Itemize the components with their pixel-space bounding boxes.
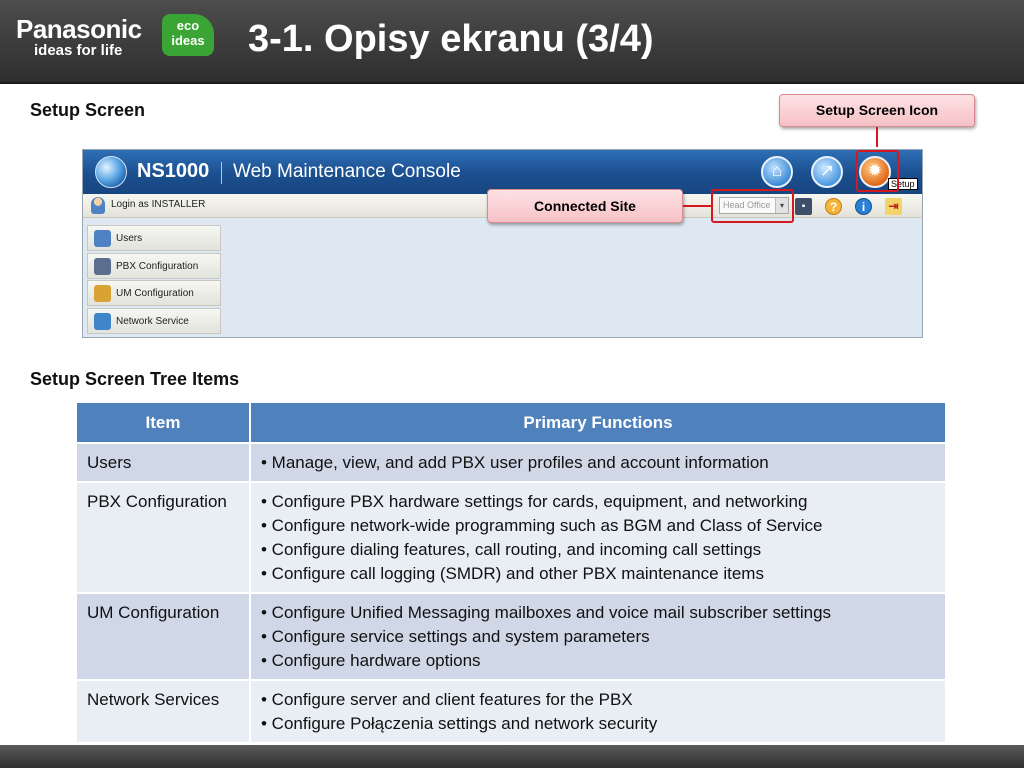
function-line: • Manage, view, and add PBX user profile… <box>261 453 769 472</box>
network-service-icon <box>94 312 111 330</box>
functions-cell: • Manage, view, and add PBX user profile… <box>250 442 947 482</box>
slide-header: Panasonic ideas for life eco ideas 3-1. … <box>0 0 1024 84</box>
console-product-name: NS1000 <box>137 160 210 182</box>
callout-connector <box>876 127 878 147</box>
info-icon[interactable]: i <box>855 198 872 215</box>
console-title-bar: NS1000 Web Maintenance Console ⌂ ↗ ✹ Set… <box>83 150 922 194</box>
help-icon[interactable]: ? <box>825 198 842 215</box>
console-screenshot: NS1000 Web Maintenance Console ⌂ ↗ ✹ Set… <box>82 149 923 338</box>
title-divider <box>221 162 222 184</box>
setup-tree-nav: Users PBX Configuration UM Configuration… <box>87 225 221 335</box>
setup-icon-highlight <box>856 150 899 192</box>
logout-icon[interactable]: ⇥ <box>885 198 902 215</box>
function-line: • Configure service settings and system … <box>261 627 650 646</box>
item-cell: Network Services <box>77 679 251 742</box>
um-configuration-icon <box>94 285 111 302</box>
nav-item-pbx-configuration[interactable]: PBX Configuration <box>87 252 221 279</box>
pbx-configuration-icon <box>94 257 111 275</box>
globe-icon <box>95 156 127 188</box>
table-row: Users • Manage, view, and add PBX user p… <box>77 442 947 482</box>
login-status: Login as INSTALLER <box>111 199 206 210</box>
nav-item-label: Users <box>116 233 143 244</box>
function-line: • Configure call logging (SMDR) and othe… <box>261 564 764 583</box>
brand-logo: Panasonic <box>16 14 142 44</box>
setup-screen-icon-callout: Setup Screen Icon <box>779 94 975 127</box>
function-line: • Configure hardware options <box>261 651 481 670</box>
table-row: UM Configuration • Configure Unified Mes… <box>77 592 947 680</box>
table-row: PBX Configuration • Configure PBX hardwa… <box>77 481 947 593</box>
column-header-functions: Primary Functions <box>250 403 947 443</box>
item-cell: UM Configuration <box>77 592 251 680</box>
function-line: • Configure Unified Messaging mailboxes … <box>261 603 832 622</box>
functions-cell: • Configure Unified Messaging mailboxes … <box>250 592 947 680</box>
table-header-row: Item Primary Functions <box>77 403 947 443</box>
item-cell: PBX Configuration <box>77 481 251 593</box>
console-app-name: Web Maintenance Console <box>233 161 461 182</box>
tree-items-table: Item Primary Functions Users • Manage, v… <box>77 403 947 742</box>
function-line: • Configure network-wide programming suc… <box>261 516 823 535</box>
functions-cell: • Configure PBX hardware settings for ca… <box>250 481 947 593</box>
nav-item-um-configuration[interactable]: UM Configuration <box>87 280 221 306</box>
connected-site-highlight <box>711 189 794 223</box>
nav-item-network-service[interactable]: Network Service <box>87 307 221 334</box>
function-line: • Configure server and client features f… <box>261 690 633 709</box>
page-title: 3-1. Opisy ekranu (3/4) <box>248 18 654 60</box>
brand-tagline: ideas for life <box>34 42 123 59</box>
slide-footer <box>0 745 1024 768</box>
home-icon[interactable]: ⌂ <box>761 156 793 188</box>
function-line: • Configure dialing features, call routi… <box>261 540 762 559</box>
item-cell: Users <box>77 442 251 482</box>
eco-ideas-logo: eco ideas <box>162 14 214 56</box>
column-header-item: Item <box>77 403 251 443</box>
eco-line: eco <box>176 18 200 33</box>
table-row: Network Services • Configure server and … <box>77 679 947 742</box>
connected-site-callout: Connected Site <box>487 189 683 223</box>
tools-icon[interactable]: ↗ <box>811 156 843 188</box>
nav-item-users[interactable]: Users <box>87 225 221 251</box>
ideas-line: ideas <box>171 33 205 48</box>
user-icon <box>91 197 105 214</box>
nav-item-label: PBX Configuration <box>116 260 199 272</box>
users-icon <box>94 230 111 247</box>
save-icon[interactable]: ▪ <box>795 198 812 215</box>
setup-screen-heading: Setup Screen <box>30 100 146 120</box>
tree-items-heading: Setup Screen Tree Items <box>30 369 240 389</box>
function-line: • Configure PBX hardware settings for ca… <box>261 492 808 511</box>
callout-connector <box>683 205 711 207</box>
nav-item-label: UM Configuration <box>116 288 194 299</box>
nav-item-label: Network Service <box>116 315 189 327</box>
functions-cell: • Configure server and client features f… <box>250 679 947 742</box>
function-line: • Configure Połączenia settings and netw… <box>261 714 658 733</box>
